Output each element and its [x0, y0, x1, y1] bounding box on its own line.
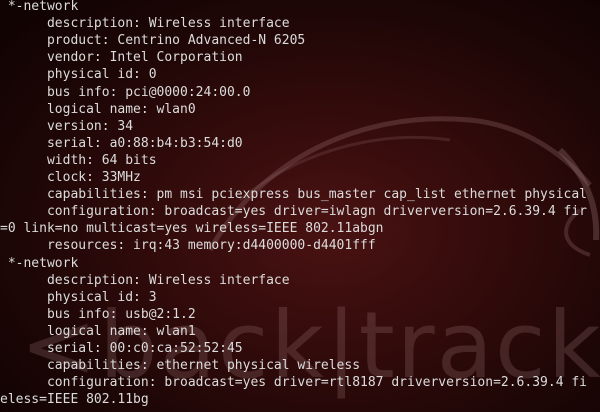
terminal-line: bus info: usb@2:1.2 — [0, 306, 196, 322]
terminal-line: *-network — [0, 0, 79, 14]
terminal-line: clock: 33MHz — [0, 170, 141, 185]
terminal-line: version: 34 — [0, 118, 134, 134]
terminal-line: serial: a0:88:b4:b3:54:d0 — [0, 135, 243, 151]
terminal-line: bus info: pci@0000:24:00.0 — [0, 84, 251, 100]
terminal-line: eless=IEEE 802.11bg — [0, 392, 149, 408]
terminal-line: capabilities: pm msi pciexpress bus_mast… — [0, 187, 587, 203]
terminal-line: *-network — [0, 255, 79, 271]
terminal-line: vendor: Intel Corporation — [0, 50, 243, 66]
terminal-line: configuration: broadcast=yes driver=rtl8… — [0, 375, 587, 391]
terminal-line: physical id: 3 — [0, 289, 157, 305]
terminal-line: capabilities: ethernet physical wireless — [0, 358, 361, 374]
terminal-line: width: 64 bits — [0, 152, 157, 168]
terminal-line: product: Centrino Advanced-N 6205 — [0, 33, 306, 49]
terminal-line: configuration: broadcast=yes driver=iwla… — [0, 204, 587, 220]
terminal-line: serial: 00:c0:ca:52:52:45 — [0, 341, 243, 356]
terminal-line: logical name: wlan1 — [0, 323, 196, 339]
terminal-line: logical name: wlan0 — [0, 101, 196, 117]
terminal-line: description: Wireless interface — [0, 272, 290, 288]
terminal-line: resources: irq:43 memory:d4400000-d4401f… — [0, 238, 376, 254]
terminal-output[interactable]: *-network description: Wireless interfac… — [0, 0, 600, 412]
terminal-line: =0 link=no multicast=yes wireless=IEEE 8… — [0, 221, 384, 237]
terminal-line: description: Wireless interface — [0, 16, 290, 32]
terminal-line: physical id: 0 — [0, 67, 157, 83]
